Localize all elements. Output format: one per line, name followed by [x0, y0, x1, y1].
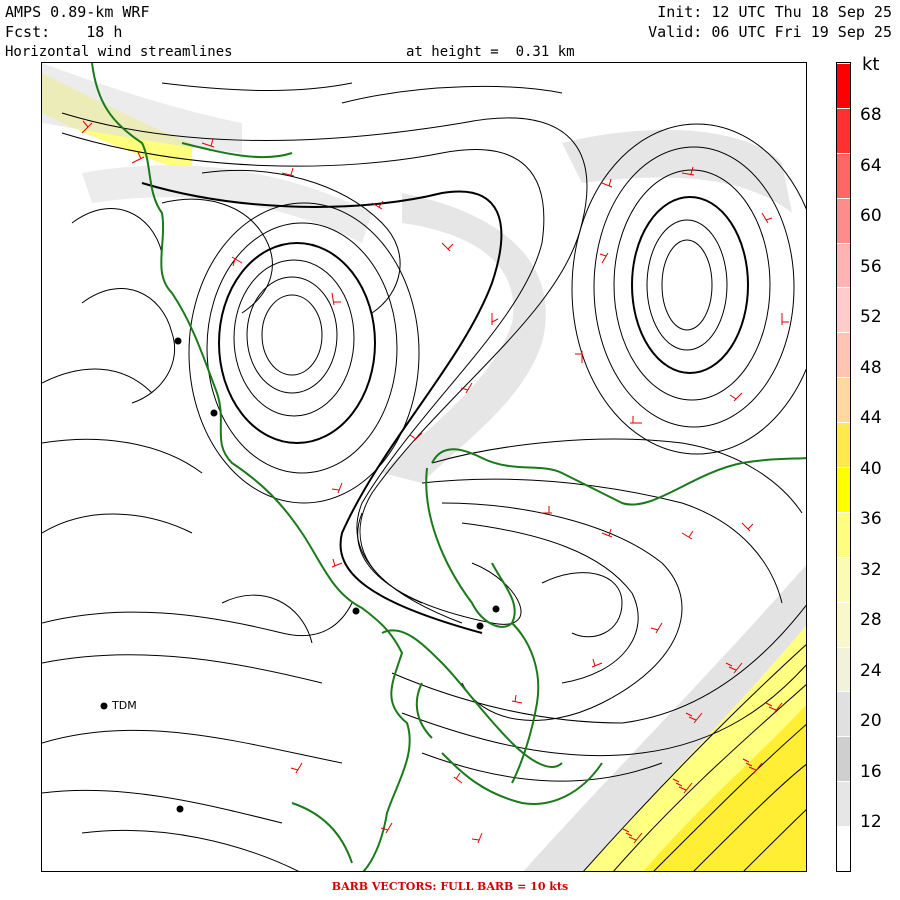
colorbar-segment	[837, 107, 850, 153]
colorbar-tick-label: 48	[860, 357, 882, 378]
colorbar-segment	[837, 242, 850, 288]
station-label-tdm: TDM	[112, 699, 137, 712]
station-dot	[352, 607, 360, 615]
wind-map: TDM	[41, 62, 807, 872]
station-dot-tdm	[100, 702, 108, 710]
colorbar-tick-label: 24	[860, 660, 882, 681]
model-title: AMPS 0.89-km WRF	[5, 3, 150, 21]
colorbar-segment	[837, 826, 850, 871]
wind-speed-shading	[42, 63, 806, 871]
colorbar-tick-label: 64	[860, 155, 882, 176]
colorbar-tick-label: 16	[860, 761, 882, 782]
colorbar-segment	[837, 646, 850, 692]
colorbar-segment	[837, 691, 850, 737]
station-dot	[492, 605, 500, 613]
station-dot	[476, 622, 484, 630]
forecast-hour: Fcst: 18 h	[5, 23, 123, 41]
colorbar-segment	[837, 511, 850, 557]
station-dot	[174, 337, 182, 345]
colorbar-tick-label: 36	[860, 509, 882, 529]
colorbar-segment	[837, 377, 850, 423]
station-dot	[176, 805, 184, 813]
barb-legend: BARB VECTORS: FULL BARB = 10 kts	[331, 880, 569, 893]
colorbar-tick-label: 20	[860, 711, 882, 731]
station-markers	[100, 337, 500, 813]
colorbar-segment	[837, 332, 850, 378]
map-canvas	[42, 63, 806, 871]
height-label: at height = 0.31 km	[406, 44, 575, 60]
station-dot	[210, 409, 218, 417]
colorbar-tick-label: 52	[860, 307, 882, 327]
colorbar-tick-label: 60	[860, 206, 882, 226]
colorbar-tick-label: 12	[860, 812, 882, 832]
colorbar-segment	[837, 287, 850, 333]
colorbar-tick-label: 68	[860, 105, 882, 125]
field-name: Horizontal wind streamlines	[5, 44, 233, 60]
colorbar-tick-label: 40	[860, 458, 882, 479]
init-time: Init: 12 UTC Thu 18 Sep 25	[657, 3, 892, 21]
colorbar-segment	[837, 63, 850, 108]
colorbar-tick-label: 32	[860, 559, 882, 580]
colorbar-segment	[837, 197, 850, 243]
colorbar-unit: kt	[862, 54, 880, 75]
colorbar-segment	[837, 422, 850, 467]
colorbar-segment	[837, 152, 850, 198]
colorbar-segment	[837, 601, 850, 647]
valid-time: Valid: 06 UTC Fri 19 Sep 25	[648, 23, 892, 41]
colorbar-tick-label: 28	[860, 610, 882, 630]
colorbar-segment	[837, 467, 850, 512]
colorbar-tick-label: 44	[860, 408, 882, 428]
colorbar-tick-label: 56	[860, 256, 882, 277]
wind-speed-colorbar	[836, 62, 851, 872]
colorbar-segment	[837, 556, 850, 602]
colorbar-segment	[837, 781, 850, 827]
colorbar-segment	[837, 736, 850, 782]
